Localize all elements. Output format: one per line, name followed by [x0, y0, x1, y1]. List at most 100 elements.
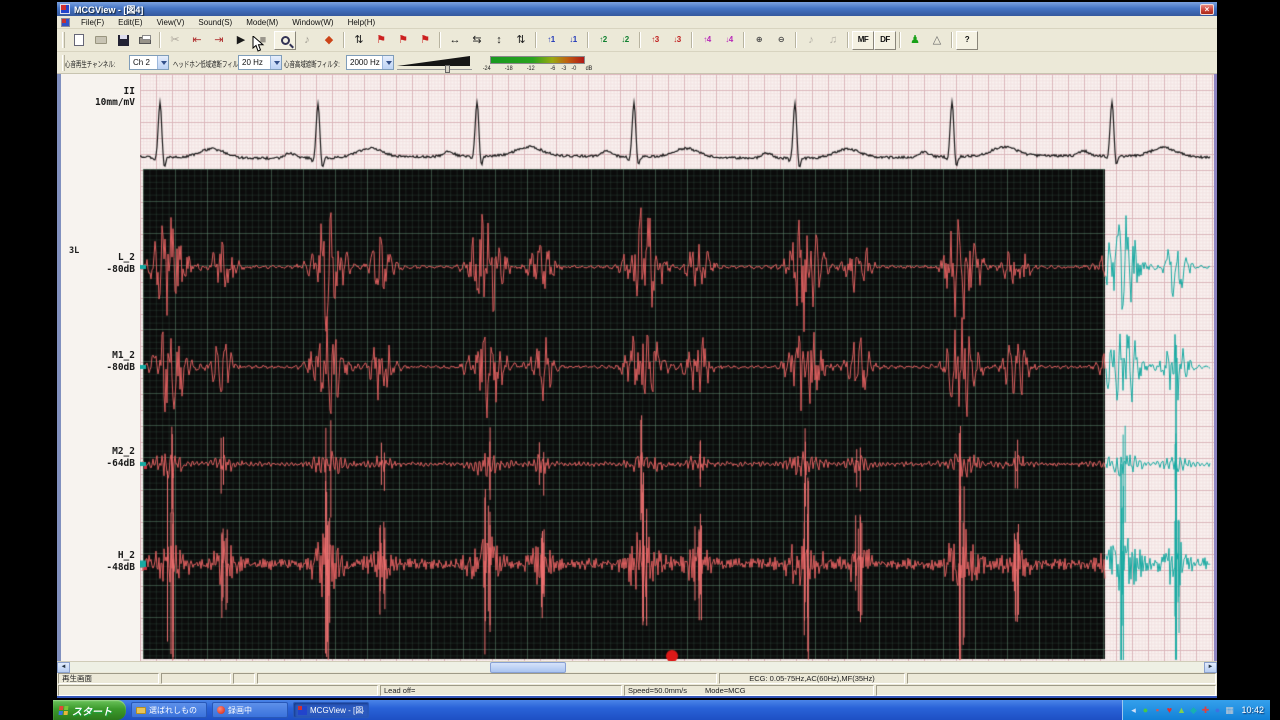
volume-slider-track[interactable]: [397, 69, 472, 70]
scroll-right-icon[interactable]: ►: [1204, 662, 1217, 673]
taskbar-button-3[interactable]: MCGView - [図4]: [293, 702, 369, 718]
chevron-down-icon[interactable]: [270, 56, 281, 69]
taskbar-button-1[interactable]: 選ばれしもの: [131, 702, 207, 718]
toolbar-grip[interactable]: [62, 32, 65, 48]
row-gain-H2: -48dB: [106, 562, 135, 573]
ecg-lead-label: II: [123, 86, 135, 97]
scroll-left-icon[interactable]: ◄: [57, 661, 70, 673]
speaker-icon[interactable]: ♪: [296, 31, 318, 50]
system-tray: ◂ ● ▪ ♥ ▲ ◆ ✚ ● ▦ 10:42: [1122, 700, 1270, 720]
ecg-gain-label: 10mm/mV: [94, 97, 135, 108]
tray-plus-icon[interactable]: ✚: [1199, 705, 1211, 715]
windows-logo-icon: [58, 705, 69, 715]
patient-icon[interactable]: ♟: [904, 31, 926, 50]
expand-horizontal-icon[interactable]: ↔: [444, 31, 466, 50]
new-file-icon[interactable]: [68, 31, 90, 50]
gain-down-icon[interactable]: ⊖: [770, 31, 792, 50]
df-button[interactable]: DF: [874, 30, 896, 50]
menu-edit[interactable]: Edit(E): [111, 17, 149, 28]
highcut-select[interactable]: 2000 Hz: [346, 55, 394, 70]
channel-select[interactable]: Ch 2: [129, 55, 169, 70]
open-file-icon[interactable]: [90, 31, 112, 50]
marker-up-4-icon[interactable]: ↑4: [696, 31, 718, 50]
toolbar-separator: [743, 32, 745, 48]
flag-icon-2[interactable]: ⚑: [392, 31, 414, 50]
print-icon[interactable]: [134, 31, 156, 50]
scrollbar-thumb[interactable]: [490, 662, 566, 673]
toolbar-separator: [899, 32, 901, 48]
status-mcg-mode-text: Mode=MCG: [705, 686, 746, 695]
chevron-down-icon[interactable]: [382, 56, 393, 69]
flag-icon-3[interactable]: ⚑: [414, 31, 436, 50]
menu-mode[interactable]: Mode(M): [239, 17, 285, 28]
play-button[interactable]: ▶: [230, 31, 252, 50]
save-icon[interactable]: [112, 31, 134, 50]
tray-green-orb-icon[interactable]: ●: [1139, 705, 1151, 715]
tool-b-icon[interactable]: ♫: [822, 31, 844, 50]
menu-file[interactable]: File(F): [74, 17, 111, 28]
close-icon[interactable]: ×: [1200, 3, 1214, 15]
marker-up-2-icon[interactable]: ↑2: [592, 31, 614, 50]
vu-tick-label: -0: [571, 65, 577, 72]
tray-triangle-icon[interactable]: ▲: [1175, 705, 1187, 715]
folder-icon: [136, 706, 146, 714]
vu-tick-label: -3: [561, 65, 567, 72]
vu-tick-label: -12: [526, 65, 535, 72]
status-bar-top: 再生画面 ECG: 0.05-75Hz,AC(60Hz),MF(35Hz): [57, 672, 1217, 684]
menu-sound[interactable]: Sound(S): [191, 17, 239, 28]
marker-down-2-icon[interactable]: ↓2: [614, 31, 636, 50]
window-right-border: [1214, 74, 1217, 661]
mf-button[interactable]: MF: [852, 30, 874, 50]
walk-mode-icon[interactable]: ⇅: [348, 31, 370, 50]
zoom-select-button[interactable]: [274, 30, 296, 50]
horizontal-scrollbar[interactable]: ◄ ►: [57, 661, 1217, 673]
toolbar-separator: [847, 32, 849, 48]
vu-tick-label: -18: [504, 65, 513, 72]
status-panel: [161, 673, 231, 684]
tray-red-square-icon[interactable]: ▪: [1151, 705, 1163, 715]
lowcut-select[interactable]: 20 Hz: [238, 55, 282, 70]
tray-arrow-icon[interactable]: ◂: [1127, 705, 1139, 715]
menu-window[interactable]: Window(W): [285, 17, 340, 28]
marker-down-3-icon[interactable]: ↓3: [666, 31, 688, 50]
gain-up-icon[interactable]: ⊕: [748, 31, 770, 50]
marker-up-3-icon[interactable]: ↑3: [644, 31, 666, 50]
marker-down-1-icon[interactable]: ↓1: [562, 31, 584, 50]
document-icon[interactable]: [61, 17, 70, 27]
chevron-down-icon[interactable]: [157, 56, 168, 69]
clock: 10:42: [1241, 705, 1264, 715]
status-panel: [876, 685, 1216, 696]
taskbar-button-2[interactable]: 録画中: [212, 702, 288, 718]
abort-icon[interactable]: ◆: [318, 31, 340, 50]
tool-a-icon[interactable]: ♪: [800, 31, 822, 50]
expand-vertical-icon[interactable]: ↕: [488, 31, 510, 50]
tray-grid-icon[interactable]: ▦: [1223, 705, 1235, 715]
toolbar-separator: [951, 32, 953, 48]
menu-view[interactable]: View(V): [150, 17, 192, 28]
pointer-tool-icon[interactable]: △: [926, 31, 948, 50]
shrink-horizontal-icon[interactable]: ⇆: [466, 31, 488, 50]
row-label-M12: M1_2: [112, 350, 135, 361]
app-icon: [298, 705, 307, 715]
menu-help[interactable]: Help(H): [341, 17, 383, 28]
help-icon[interactable]: ?: [956, 30, 978, 50]
tray-diamond-icon[interactable]: ◆: [1187, 705, 1199, 715]
status-speed-text: Speed=50.0mm/s: [628, 686, 687, 695]
marker-prev-icon[interactable]: ⇤: [186, 31, 208, 50]
toolbar-separator: [159, 32, 161, 48]
title-bar[interactable]: MCGView - [図4] ×: [57, 2, 1217, 16]
menu-bar: File(F) Edit(E) View(V) Sound(S) Mode(M) Wind…: [57, 16, 1217, 29]
start-button[interactable]: スタート: [53, 700, 126, 720]
tray-heart-icon[interactable]: ♥: [1163, 705, 1175, 715]
shrink-vertical-icon[interactable]: ⇅: [510, 31, 532, 50]
volume-slider-handle[interactable]: [445, 65, 450, 73]
marker-up-1-icon[interactable]: ↑1: [540, 31, 562, 50]
cut-icon[interactable]: ✂: [164, 31, 186, 50]
tray-blue-orb-icon[interactable]: ●: [1211, 705, 1223, 715]
marker-next-icon[interactable]: ⇥: [208, 31, 230, 50]
flag-icon-1[interactable]: ⚑: [370, 31, 392, 50]
marker-down-4-icon[interactable]: ↓4: [718, 31, 740, 50]
vu-tick-label: dB: [585, 65, 593, 72]
toolbar-separator: [639, 32, 641, 48]
row-label-M22: M2_2: [112, 446, 135, 457]
